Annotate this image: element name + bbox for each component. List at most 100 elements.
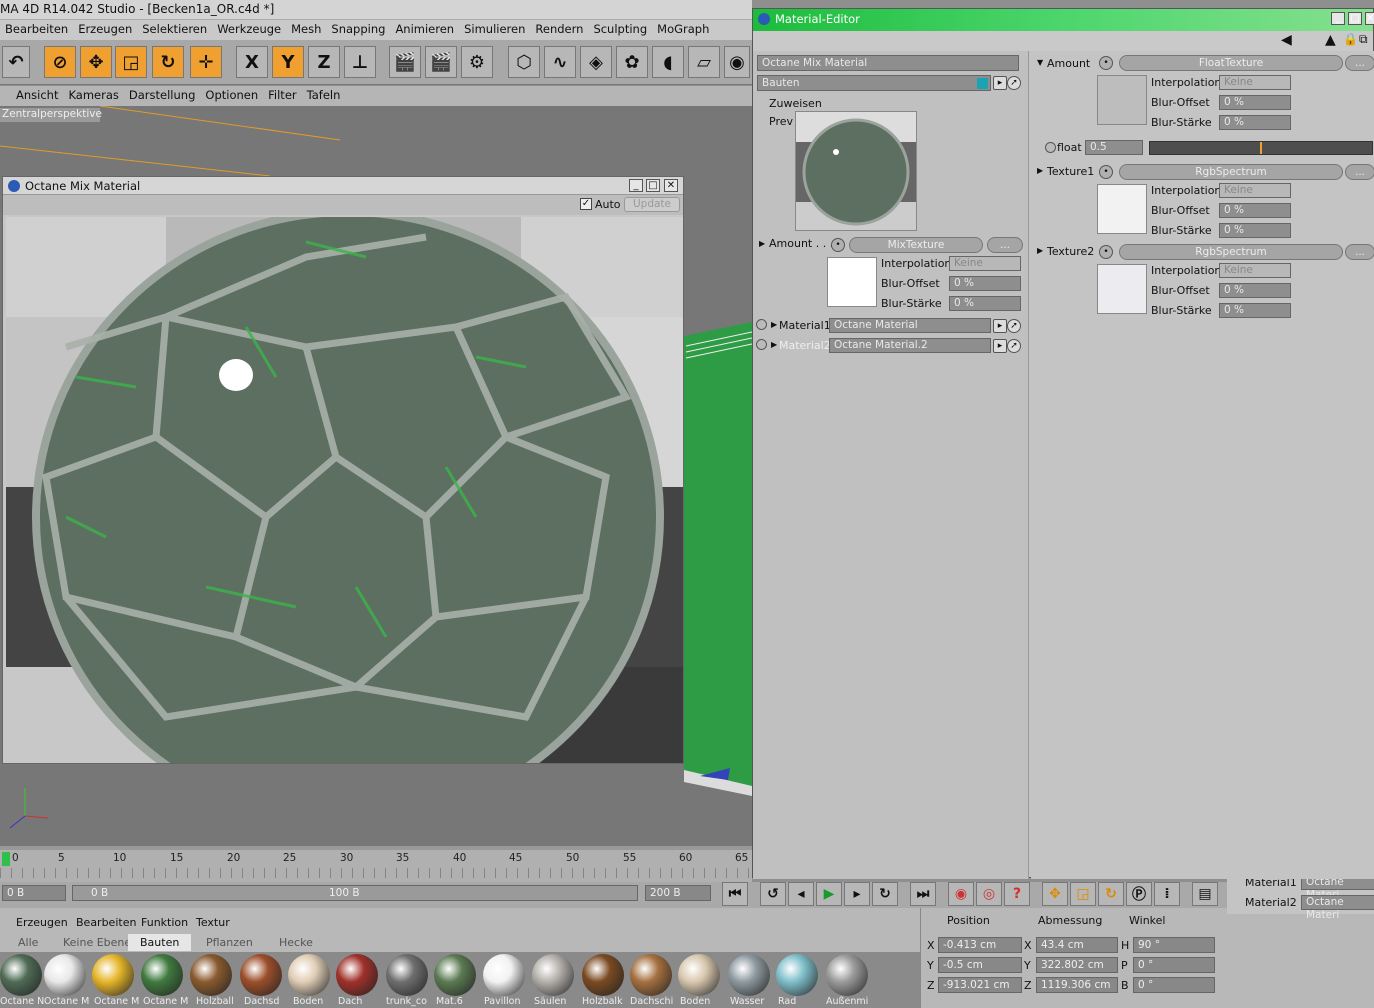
texture1-shader-button[interactable]: RgbSpectrum <box>1119 164 1343 180</box>
autokey-icon[interactable]: ◎ <box>976 882 1002 906</box>
back-arrow-icon[interactable]: ◀ <box>1281 32 1292 48</box>
material1-dropdown-icon[interactable]: ▸ <box>993 319 1007 333</box>
material1-radio[interactable] <box>756 319 767 330</box>
menu-selektieren[interactable]: Selektieren <box>137 20 212 36</box>
loop-icon[interactable]: ↻ <box>872 882 898 906</box>
material-ball-11[interactable] <box>532 954 574 996</box>
texture1-more-button[interactable]: ... <box>1345 164 1374 180</box>
right-blur-strength-field[interactable]: 0 % <box>1219 115 1291 130</box>
texture2-blur-offset-field[interactable]: 0 % <box>1219 283 1291 298</box>
link-material2-field[interactable]: Octane Materi <box>1301 895 1374 921</box>
material-ball-4[interactable] <box>190 954 232 996</box>
viewport-menu-optionen[interactable]: Optionen <box>199 86 262 102</box>
menu-simulieren[interactable]: Simulieren <box>459 20 530 36</box>
material2-dropdown-icon[interactable]: ▸ <box>993 339 1007 353</box>
up-arrow-icon[interactable]: ▲ <box>1325 32 1336 48</box>
cube-icon[interactable]: ⬡ <box>508 46 540 78</box>
scale-tool-icon[interactable]: ◲ <box>115 46 147 78</box>
material-ball-5[interactable] <box>240 954 282 996</box>
rotate-tool-icon[interactable]: ↻ <box>152 46 184 78</box>
material-ball-15[interactable] <box>728 954 770 996</box>
material2-expand-icon[interactable]: ▶ <box>771 340 777 349</box>
step-back-icon[interactable]: ◂ <box>788 882 814 906</box>
float-texture-button[interactable]: FloatTexture <box>1119 55 1343 71</box>
right-interpolation-select[interactable]: Keine <box>1219 75 1291 90</box>
position-x-field[interactable]: -0.413 cm <box>938 937 1022 953</box>
tab-hecke[interactable]: Hecke <box>279 936 313 949</box>
mm-menu-funktion[interactable]: Funktion <box>141 916 188 929</box>
menu-rendern[interactable]: Rendern <box>530 20 588 36</box>
minimize-icon[interactable]: _ <box>1331 12 1345 25</box>
new-window-icon[interactable]: ⧉ <box>1359 32 1368 47</box>
loop-back-icon[interactable]: ↺ <box>760 882 786 906</box>
material1-picker-icon[interactable]: ➚ <box>1007 319 1021 333</box>
material2-radio[interactable] <box>756 339 767 350</box>
maximize-icon[interactable]: □ <box>646 179 660 192</box>
move-tool-icon[interactable]: ✥ <box>80 46 112 78</box>
point-level-icon[interactable]: ⁞ <box>1154 882 1180 906</box>
frame-start-field[interactable]: 0 B <box>2 885 66 901</box>
step-forward-icon[interactable]: ▸ <box>844 882 870 906</box>
material1-expand-icon[interactable]: ▶ <box>771 320 777 329</box>
material-ball-12[interactable] <box>582 954 624 996</box>
texture2-more-button[interactable]: ... <box>1345 244 1374 260</box>
float-slider-handle[interactable] <box>1260 142 1262 154</box>
texture2-interpolation-select[interactable]: Keine <box>1219 263 1291 278</box>
material-ball-16[interactable] <box>776 954 818 996</box>
material2-picker-icon[interactable]: ➚ <box>1007 339 1021 353</box>
timeline[interactable]: 0 5 10 15 20 25 30 35 40 45 50 55 60 65 <box>0 846 752 882</box>
menu-sculpting[interactable]: Sculpting <box>588 20 652 36</box>
layer-picker-icon[interactable]: ➚ <box>1007 76 1021 90</box>
material-preview[interactable] <box>795 111 917 231</box>
material-ball-14[interactable] <box>678 954 720 996</box>
right-amount-more-button[interactable]: ... <box>1345 55 1374 71</box>
menu-mograph[interactable]: MoGraph <box>652 20 714 36</box>
float-radio[interactable] <box>1045 142 1056 153</box>
amount-collapse-icon[interactable]: ▼ <box>1037 58 1043 67</box>
render-settings-icon[interactable]: ⚙ <box>461 46 493 78</box>
minimize-icon[interactable]: _ <box>629 179 643 192</box>
viewport-menu-kameras[interactable]: Kameras <box>62 86 122 102</box>
close-icon[interactable]: ✕ <box>664 179 678 192</box>
viewport-menu-tafeln[interactable]: Tafeln <box>301 86 345 102</box>
amount-anim-icon[interactable]: • <box>831 238 845 252</box>
record-key-icon[interactable]: ◉ <box>948 882 974 906</box>
rotation-h-field[interactable]: 90 ° <box>1133 937 1215 953</box>
lock-icon[interactable]: 🔒 <box>1343 32 1358 46</box>
texture2-blur-strength-field[interactable]: 0 % <box>1219 303 1291 318</box>
position-z-field[interactable]: -913.021 cm <box>938 977 1022 993</box>
viewport-menu-filter[interactable]: Filter <box>262 86 300 102</box>
rotate-key-icon[interactable]: ↻ <box>1098 882 1124 906</box>
assign-tab[interactable]: Zuweisen <box>769 97 822 110</box>
select-tool-icon[interactable]: ⊘ <box>44 46 76 78</box>
go-to-end-icon[interactable]: ⏭ <box>910 882 936 906</box>
texture1-anim-icon[interactable]: • <box>1099 165 1113 179</box>
undo-icon[interactable]: ↶ <box>2 46 30 78</box>
material-ball-6[interactable] <box>288 954 330 996</box>
viewport-menu-darstellung[interactable]: Darstellung <box>123 86 199 102</box>
nurbs-icon[interactable]: ◈ <box>580 46 612 78</box>
blur-offset-field[interactable]: 0 % <box>949 276 1021 291</box>
material1-link-field[interactable]: Octane Material <box>829 318 991 333</box>
layer-field[interactable]: Bauten <box>757 75 991 91</box>
material-ball-1[interactable] <box>44 954 86 996</box>
menu-werkzeuge[interactable]: Werkzeuge <box>212 20 286 36</box>
material-ball-13[interactable] <box>630 954 672 996</box>
layer-dropdown-icon[interactable]: ▸ <box>993 76 1007 90</box>
amount-expand-icon[interactable]: ▶ <box>759 239 765 248</box>
rotation-p-field[interactable]: 0 ° <box>1133 957 1215 973</box>
material-name-field[interactable]: Octane Mix Material <box>757 55 1019 71</box>
menu-snapping[interactable]: Snapping <box>326 20 390 36</box>
mm-menu-textur[interactable]: Textur <box>196 916 230 929</box>
material-ball-17[interactable] <box>826 954 868 996</box>
mm-menu-erzeugen[interactable]: Erzeugen <box>16 916 68 929</box>
material2-link-field[interactable]: Octane Material.2 <box>829 338 991 353</box>
move-key-icon[interactable]: ✥ <box>1042 882 1068 906</box>
material-ball-10[interactable] <box>483 954 525 996</box>
film-icon[interactable]: ▤ <box>1192 882 1218 906</box>
size-z-field[interactable]: 1119.306 cm <box>1036 977 1118 993</box>
float-value-field[interactable]: 0.5 <box>1085 140 1143 155</box>
material-ball-8[interactable] <box>386 954 428 996</box>
camera-icon[interactable]: ◉ <box>724 46 750 78</box>
z-axis-button[interactable]: Z <box>308 46 340 78</box>
